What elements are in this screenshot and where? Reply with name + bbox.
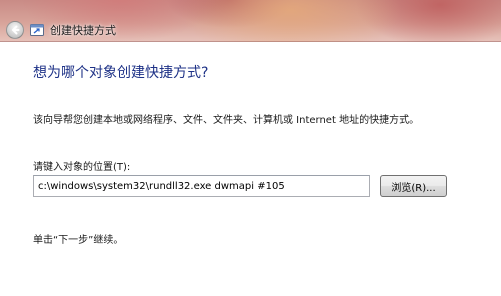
- next-hint: 单击“下一步”继续。: [33, 235, 124, 246]
- shortcut-wizard-icon: [30, 24, 44, 36]
- back-button[interactable]: [6, 21, 24, 39]
- create-shortcut-window: 创建快捷方式 想为哪个对象创建快捷方式? 该向导帮您创建本地或网络程序、文件、文…: [0, 0, 501, 296]
- page-description: 该向导帮您创建本地或网络程序、文件、文件夹、计算机或 Internet 地址的快…: [33, 115, 420, 126]
- location-input[interactable]: [33, 175, 370, 197]
- back-arrow-icon: [12, 25, 20, 35]
- browse-button[interactable]: 浏览(R)...: [380, 175, 447, 197]
- wizard-content: 想为哪个对象创建快捷方式? 该向导帮您创建本地或网络程序、文件、文件夹、计算机或…: [0, 42, 501, 296]
- title-bar: 创建快捷方式: [0, 0, 501, 42]
- page-heading: 想为哪个对象创建快捷方式?: [33, 65, 209, 81]
- location-label: 请键入对象的位置(T):: [33, 162, 131, 173]
- window-title: 创建快捷方式: [50, 24, 116, 37]
